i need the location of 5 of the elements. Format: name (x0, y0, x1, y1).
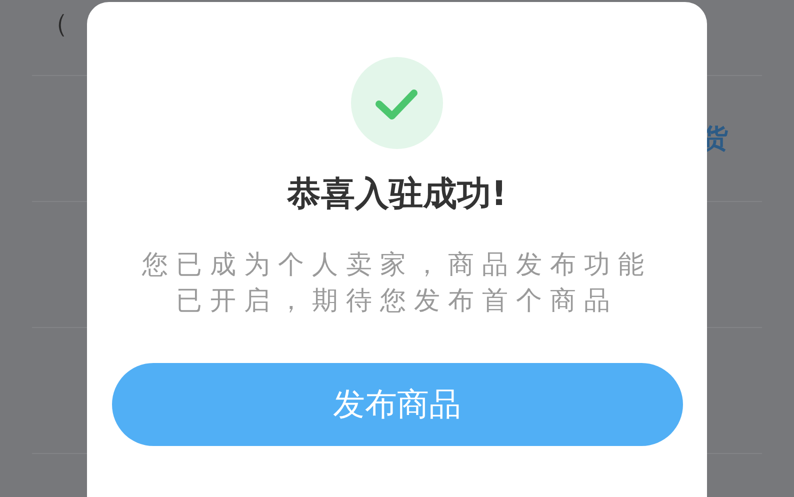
dialog-message: 您已成为个人卖家，商品发布功能已开启，期待您发布首个商品 (141, 249, 653, 318)
publish-button[interactable]: 发布商品 (112, 363, 682, 446)
checkmark-icon (351, 57, 443, 149)
dialog-title: 恭喜入驻成功! (287, 173, 507, 216)
item-label: （ (42, 8, 68, 41)
